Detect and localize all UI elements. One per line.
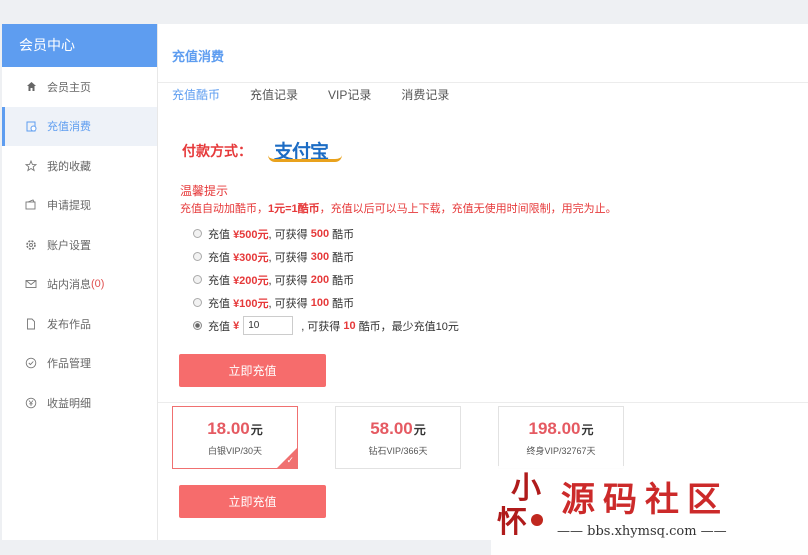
tab-recharge-coins[interactable]: 充值酷币 <box>172 86 220 111</box>
tab-vip-records[interactable]: VIP记录 <box>328 86 371 111</box>
sidebar-item-label: 充值消费 <box>47 121 91 134</box>
sidebar-item-label: 申请提现 <box>47 200 91 213</box>
vip-plan-diamond[interactable]: 58.00元 钻石VIP/366天 <box>335 406 461 469</box>
section-divider <box>158 402 808 403</box>
plan-name: 终身VIP/32767天 <box>526 445 596 456</box>
sidebar-item-label: 我的收藏 <box>47 160 91 173</box>
notice-text: 充值自动加酷币，1元=1酷币，充值以后可以马上下载，充值无使用时间限制，用完为止… <box>180 203 617 215</box>
recharge-option-500[interactable]: 充值 ¥500元, 可获得 500 酷币 <box>193 222 459 245</box>
radio-button[interactable] <box>193 229 202 238</box>
recharge-icon <box>24 119 38 133</box>
gear-icon <box>24 238 38 252</box>
check-icon: ✓ <box>286 455 294 465</box>
sidebar-item-publish[interactable]: 发布作品 <box>2 304 157 344</box>
star-icon <box>24 159 38 173</box>
sidebar: 会员中心 会员主页 充值消费 我的收藏 申请提现 账户设置 站内消息 (0) 发布… <box>2 24 157 540</box>
plan-name: 白银VIP/30天 <box>207 445 263 456</box>
sidebar-item-label: 会员主页 <box>47 81 91 94</box>
sidebar-item-favorites[interactable]: 我的收藏 <box>2 146 157 186</box>
tab-recharge-records[interactable]: 充值记录 <box>250 86 298 111</box>
notice-title: 温馨提示 <box>180 184 229 198</box>
title-divider <box>158 82 808 83</box>
sidebar-item-withdraw[interactable]: 申请提现 <box>2 186 157 226</box>
vip-plans: 18.00元 白银VIP/30天 ✓ 58.00元 钻石VIP/366天 198… <box>172 406 624 469</box>
mail-icon <box>24 277 38 291</box>
vip-recharge-button[interactable]: 立即充值 <box>179 485 326 518</box>
sidebar-title: 会员中心 <box>2 24 157 67</box>
plan-name: 钻石VIP/366天 <box>368 445 428 456</box>
page-title: 充值消费 <box>172 49 225 64</box>
radio-button[interactable] <box>193 298 202 307</box>
home-icon <box>24 80 38 94</box>
recharge-option-100[interactable]: 充值 ¥100元, 可获得 100 酷币 <box>193 291 459 314</box>
sidebar-item-settings[interactable]: 账户设置 <box>2 225 157 265</box>
recharge-option-300[interactable]: 充值 ¥300元, 可获得 300 酷币 <box>193 245 459 268</box>
wallet-icon <box>24 198 38 212</box>
sidebar-item-messages[interactable]: 站内消息 (0) <box>2 265 157 305</box>
sidebar-item-label: 账户设置 <box>47 239 91 252</box>
sidebar-item-label: 作品管理 <box>47 358 91 371</box>
plan-price: 58.00元 <box>370 418 426 438</box>
vip-plan-silver[interactable]: 18.00元 白银VIP/30天 ✓ <box>172 406 298 469</box>
recharge-button[interactable]: 立即充值 <box>179 354 326 387</box>
watermark-title: 源码社区 <box>561 480 729 520</box>
sidebar-item-label: 站内消息 <box>47 279 91 292</box>
message-count: (0) <box>91 278 105 291</box>
tab-bar: 充值酷币 充值记录 VIP记录 消费记录 <box>172 86 449 111</box>
alipay-logo[interactable]: 支付宝 <box>268 137 342 164</box>
vip-plan-lifetime[interactable]: 198.00元 终身VIP/32767天 <box>498 406 624 469</box>
watermark-seal: 小怀 <box>497 471 543 540</box>
check-circle-icon <box>24 356 38 370</box>
recharge-option-custom[interactable]: 充值 ¥ , 可获得 10 酷币，最少充值10元 <box>193 314 459 337</box>
payment-method: 付款方式： 支付宝 <box>182 137 342 164</box>
main-panel: 充值消费 充值酷币 充值记录 VIP记录 消费记录 付款方式： 支付宝 温馨提示… <box>157 24 808 540</box>
sidebar-item-home[interactable]: 会员主页 <box>2 67 157 107</box>
sidebar-item-earnings[interactable]: 收益明细 <box>2 383 157 423</box>
watermark-url: —— bbs.xhymsq.com —— <box>557 524 727 539</box>
payment-label: 付款方式： <box>182 142 252 159</box>
tab-consumption-records[interactable]: 消费记录 <box>401 86 449 111</box>
radio-button[interactable] <box>193 275 202 284</box>
document-icon <box>24 317 38 331</box>
plan-price: 18.00元 <box>207 418 263 438</box>
radio-button[interactable] <box>193 252 202 261</box>
recharge-options: 充值 ¥500元, 可获得 500 酷币 充值 ¥300元, 可获得 300 酷… <box>193 222 459 337</box>
plan-price: 198.00元 <box>528 418 594 438</box>
sidebar-item-manage[interactable]: 作品管理 <box>2 344 157 384</box>
sidebar-item-recharge[interactable]: 充值消费 <box>2 106 157 146</box>
sidebar-item-label: 收益明细 <box>47 397 91 410</box>
recharge-option-200[interactable]: 充值 ¥200元, 可获得 200 酷币 <box>193 268 459 291</box>
sidebar-item-label: 发布作品 <box>47 318 91 331</box>
radio-button-selected[interactable] <box>193 321 202 330</box>
watermark: 小怀 源码社区 —— bbs.xhymsq.com —— <box>491 466 808 555</box>
yen-circle-icon <box>24 396 38 410</box>
custom-amount-input[interactable] <box>243 316 294 335</box>
